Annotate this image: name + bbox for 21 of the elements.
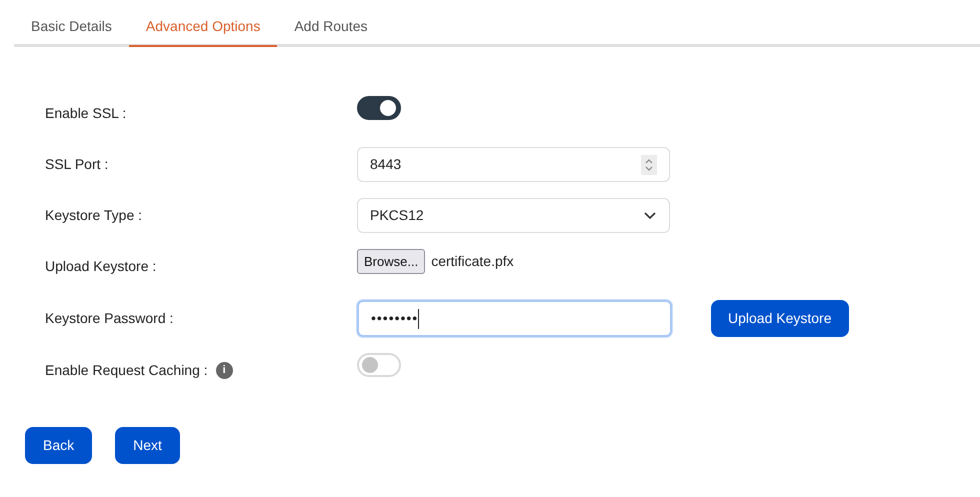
- nav-button[interactable]: Back: [25, 427, 92, 464]
- field-label: Enable Request Caching :: [45, 361, 208, 380]
- field-label: SSL Port :: [45, 155, 108, 174]
- field-label: Upload Keystore :: [45, 257, 156, 276]
- browse-button[interactable]: Browse...: [357, 249, 426, 274]
- field-label: Keystore Type :: [45, 206, 142, 225]
- info-icon: i: [216, 362, 233, 379]
- port-field[interactable]: 8443: [357, 147, 670, 182]
- nav-button[interactable]: Next: [115, 427, 180, 464]
- keystore-type-select[interactable]: PKCS12: [357, 198, 670, 233]
- file-name: certificate.pfx: [431, 252, 514, 271]
- spinner-icon[interactable]: [641, 154, 657, 174]
- toggle-switch[interactable]: [357, 96, 401, 120]
- tab[interactable]: Add Routes: [277, 16, 384, 47]
- tab[interactable]: Basic Details: [14, 16, 129, 47]
- tab[interactable]: Advanced Options: [128, 16, 278, 47]
- chevron-down-icon: [643, 210, 657, 220]
- upload-keystore-button[interactable]: Upload Keystore: [711, 300, 849, 337]
- password-field[interactable]: ••••••••: [357, 300, 672, 337]
- field-label: Enable SSL :: [45, 104, 126, 123]
- field-label: Keystore Password :: [45, 309, 174, 328]
